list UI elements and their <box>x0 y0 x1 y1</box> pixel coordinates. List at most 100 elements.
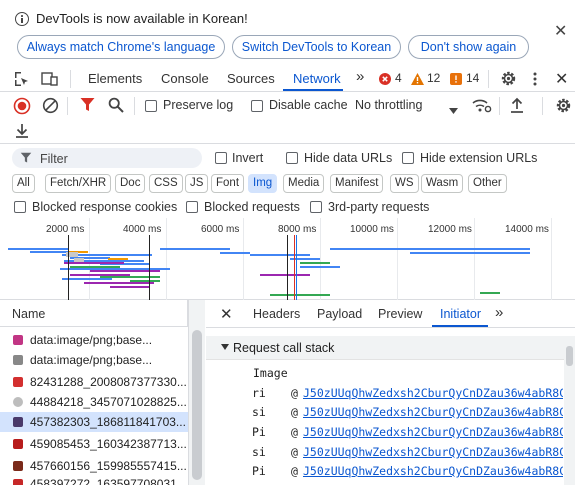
close-icon[interactable]: ✕ <box>554 24 567 40</box>
type-filter-media[interactable]: Media <box>283 174 325 193</box>
issue-icon <box>450 73 462 88</box>
request-name: 82431288_2008087377330... <box>30 375 186 389</box>
info-icon <box>15 12 29 26</box>
stack-source-link[interactable]: J50zUUqQhwZedxsh2CburQyCnDZau36w4abR8CoJ… <box>303 445 563 459</box>
stack-initiator-type: Image <box>253 366 288 380</box>
search-icon[interactable] <box>108 97 124 116</box>
toolbar-divider <box>488 70 489 88</box>
request-name: data:image/png;base... <box>30 333 153 347</box>
dropdown-arrow-icon[interactable] <box>449 103 458 117</box>
request-row[interactable]: 459085453_160342387713... <box>0 434 188 454</box>
disable-cache-checkbox[interactable] <box>251 100 263 112</box>
network-conditions-icon[interactable] <box>472 98 492 117</box>
stack-function: Pi <box>252 425 266 439</box>
tab-sources[interactable]: Sources <box>227 71 275 86</box>
preserve-log-checkbox[interactable] <box>145 100 157 112</box>
request-name: 459085453_160342387713... <box>30 437 186 451</box>
type-filter-fetch-xhr[interactable]: Fetch/XHR <box>45 174 112 193</box>
type-filter-js[interactable]: JS <box>185 174 209 193</box>
network-overview-timeline[interactable]: 2000 ms 4000 ms 6000 ms 8000 ms 10000 ms… <box>0 218 575 300</box>
requests-scrollbar-thumb[interactable] <box>192 330 202 480</box>
detail-tab-bar: ✕ Headers Payload Preview Initiator » <box>206 300 575 328</box>
type-filter-all[interactable]: All <box>12 174 35 193</box>
dont-show-again-button[interactable]: Don't show again <box>408 35 529 59</box>
request-row[interactable]: data:image/png;base... <box>0 330 188 350</box>
request-row[interactable]: 458397272_163597708031... <box>0 477 188 485</box>
request-thumbnail <box>13 479 23 485</box>
inspect-element-icon[interactable] <box>14 71 30 90</box>
network-settings-gear-icon[interactable] <box>555 97 572 117</box>
disable-cache-label: Disable cache <box>269 98 348 112</box>
invert-checkbox[interactable] <box>215 152 227 164</box>
record-icon[interactable] <box>13 97 31 118</box>
request-call-stack-header[interactable]: Request call stack <box>206 336 564 360</box>
device-toolbar-icon[interactable] <box>41 71 59 90</box>
name-column-header[interactable]: Name <box>0 300 188 327</box>
type-filter-wasm[interactable]: Wasm <box>421 174 464 193</box>
stack-function: ri <box>252 386 266 400</box>
request-row-selected[interactable]: 457382303_186811841703... <box>0 412 188 432</box>
request-row[interactable]: 457660156_159985557415... <box>0 456 188 476</box>
stack-function: Pi <box>252 464 266 478</box>
tab-console[interactable]: Console <box>161 71 209 86</box>
request-row[interactable]: 44884218_3457071028825... <box>0 392 188 412</box>
blocked-requests-checkbox[interactable] <box>186 201 198 213</box>
language-infobar: DevTools is now available in Korean! Alw… <box>0 0 575 66</box>
tab-headers[interactable]: Headers <box>253 307 300 321</box>
type-filter-font[interactable]: Font <box>211 174 245 193</box>
error-icon <box>379 73 391 88</box>
error-count[interactable]: 4 <box>395 71 402 85</box>
stack-source-link[interactable]: J50zUUqQhwZedxsh2CburQyCnDZau36w4abR8CoJ… <box>303 386 563 400</box>
switch-to-korean-button[interactable]: Switch DevTools to Korean <box>232 35 401 59</box>
always-match-language-button[interactable]: Always match Chrome's language <box>17 35 225 59</box>
close-devtools-icon[interactable]: ✕ <box>555 69 568 89</box>
tab-initiator[interactable]: Initiator <box>440 307 481 321</box>
type-filter-img[interactable]: Img <box>248 174 278 193</box>
request-thumbnail <box>13 377 23 387</box>
stack-source-link[interactable]: J50zUUqQhwZedxsh2CburQyCnDZau36w4abR8CoJ… <box>303 405 563 419</box>
more-detail-tabs-icon[interactable]: » <box>495 304 503 321</box>
request-name: 44884218_3457071028825... <box>30 395 186 409</box>
hide-data-urls-checkbox[interactable] <box>286 152 298 164</box>
filter-funnel-icon <box>20 152 32 167</box>
waterfall-bars <box>8 235 530 300</box>
stack-at: @ <box>291 386 298 400</box>
expand-triangle-icon[interactable] <box>221 344 229 350</box>
detail-scrollbar-thumb[interactable] <box>566 346 573 366</box>
toolbar-divider <box>542 97 543 115</box>
type-filter-other[interactable]: Other <box>468 174 507 193</box>
infobar-message: DevTools is now available in Korean! <box>36 11 248 26</box>
gear-icon[interactable] <box>500 70 517 90</box>
more-options-icon[interactable] <box>532 71 538 90</box>
third-party-checkbox[interactable] <box>310 201 322 213</box>
type-filter-manifest[interactable]: Manifest <box>330 174 384 193</box>
warning-count[interactable]: 12 <box>427 71 440 85</box>
stack-source-link[interactable]: J50zUUqQhwZedxsh2CburQyCnDZau36w4abR8CoJ… <box>303 425 563 439</box>
issue-count[interactable]: 14 <box>466 71 479 85</box>
filter-funnel-icon[interactable] <box>80 97 95 116</box>
close-detail-icon[interactable]: ✕ <box>220 305 233 323</box>
hide-extension-urls-checkbox[interactable] <box>402 152 414 164</box>
type-filter-ws[interactable]: WS <box>390 174 419 193</box>
tab-payload[interactable]: Payload <box>317 307 362 321</box>
tab-elements[interactable]: Elements <box>88 71 142 86</box>
toolbar-divider <box>499 97 500 115</box>
type-filter-doc[interactable]: Doc <box>115 174 146 193</box>
export-har-icon[interactable] <box>15 122 29 142</box>
request-row[interactable]: data:image/png;base... <box>0 350 188 370</box>
type-filter-css[interactable]: CSS <box>149 174 183 193</box>
tab-network[interactable]: Network <box>293 71 341 86</box>
network-toolbar: Preserve log Disable cache No throttling <box>0 92 575 120</box>
active-tab-indicator <box>283 89 343 91</box>
import-har-icon[interactable] <box>510 97 524 117</box>
more-tabs-icon[interactable]: » <box>356 68 364 85</box>
tab-preview[interactable]: Preview <box>378 307 422 321</box>
request-name: 457660156_159985557415... <box>30 459 186 473</box>
toolbar-divider <box>134 97 135 115</box>
clear-icon[interactable] <box>42 97 59 117</box>
request-row[interactable]: 82431288_2008087377330... <box>0 372 188 392</box>
third-party-label: 3rd-party requests <box>328 200 430 214</box>
stack-source-link[interactable]: J50zUUqQhwZedxsh2CburQyCnDZau36w4abR8CoJ… <box>303 464 563 478</box>
blocked-cookies-checkbox[interactable] <box>14 201 26 213</box>
throttling-select[interactable]: No throttling <box>355 98 422 112</box>
